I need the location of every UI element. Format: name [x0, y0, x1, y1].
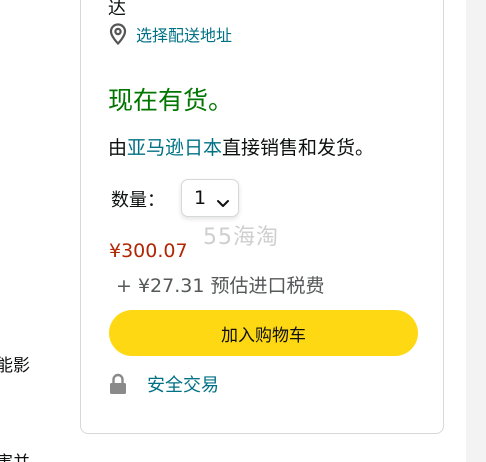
quantity-label: 数量：: [111, 190, 165, 211]
select-address-link[interactable]: 选择配送地址: [136, 22, 232, 46]
seller-info: 由亚马逊日本直接销售和发货。: [108, 133, 374, 160]
seller-link[interactable]: 亚马逊日本: [127, 137, 222, 159]
price: ¥300.07: [109, 240, 188, 262]
location-pin-icon: [108, 23, 128, 45]
import-fee: + ¥27.31 预估进口税费: [116, 275, 325, 297]
product-page: 能影 害并 达 选择配送地址 现在有货。 由亚马逊日本直接销售和发货。 数量： …: [0, 0, 486, 462]
add-to-cart-button[interactable]: 加入购物车: [109, 310, 418, 356]
availability-status: 现在有货。: [108, 86, 234, 115]
seller-prefix: 由: [108, 137, 128, 159]
secure-transaction-row[interactable]: 安全交易: [109, 371, 219, 397]
lock-icon: [109, 373, 127, 395]
chevron-down-icon: [216, 192, 230, 214]
deliver-to-row[interactable]: 选择配送地址: [108, 22, 232, 46]
description-fragment: 害并: [0, 448, 30, 462]
secure-transaction-link[interactable]: 安全交易: [147, 371, 219, 397]
buy-box: [80, 0, 444, 434]
quantity-dropdown[interactable]: 1: [181, 179, 239, 217]
scrollbar-gutter: [466, 0, 486, 462]
seller-suffix: 直接销售和发货。: [222, 137, 375, 159]
description-fragment: 能影: [0, 356, 30, 376]
delivery-text-fragment: 达: [108, 0, 126, 19]
quantity-value: 1: [194, 187, 207, 209]
watermark: 55海淘: [203, 225, 279, 250]
